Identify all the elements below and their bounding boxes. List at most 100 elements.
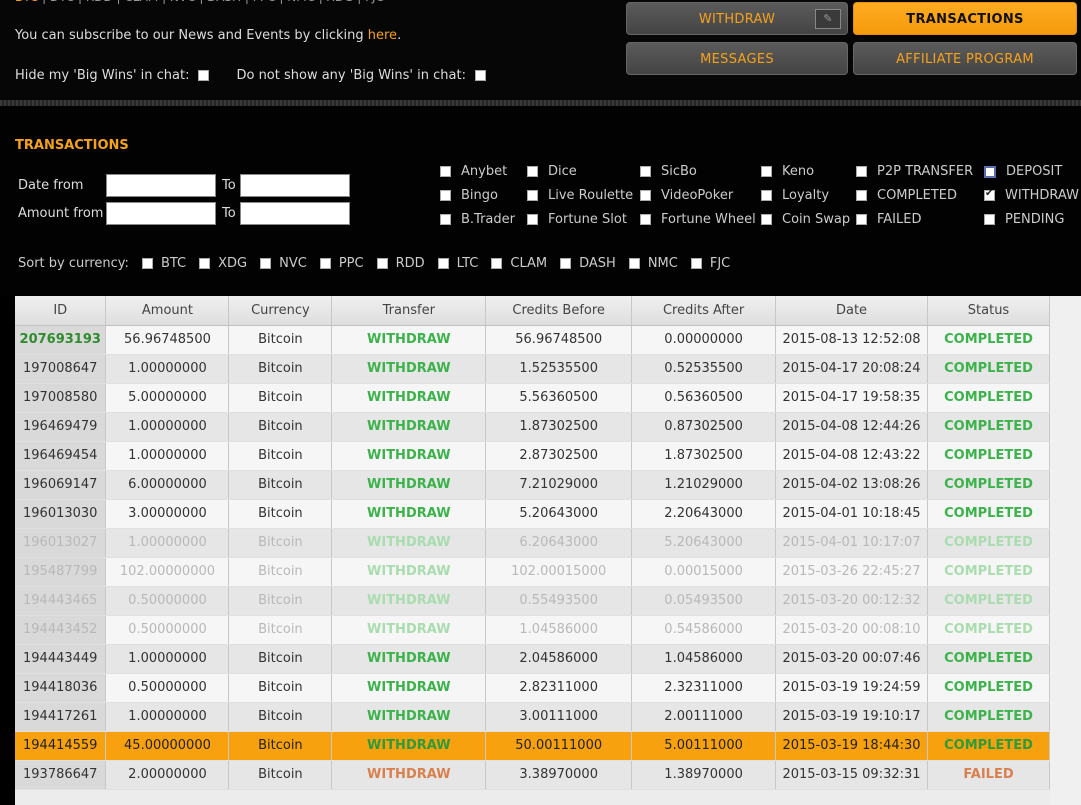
filter-checkbox[interactable] <box>440 166 451 177</box>
filter-checkbox[interactable] <box>761 214 772 225</box>
filter-pending[interactable]: PENDING <box>984 212 1064 227</box>
table-row[interactable]: 196013030 3.00000000 Bitcoin WITHDRAW 5.2064… <box>15 499 1050 529</box>
filter-fortune-wheel[interactable]: Fortune Wheel <box>640 212 756 227</box>
col-transfer[interactable]: Transfer <box>331 296 487 326</box>
table-row[interactable]: 194417261 1.00000000 Bitcoin WITHDRAW 3.0011… <box>15 702 1050 732</box>
table-row[interactable]: 194418036 0.50000000 Bitcoin WITHDRAW 2.8231… <box>15 673 1050 703</box>
sort-checkbox[interactable] <box>690 258 702 269</box>
filter-checkbox[interactable] <box>761 166 772 177</box>
filter-checkbox[interactable] <box>856 166 867 177</box>
filter-fortune-slot[interactable]: Fortune Slot <box>527 212 627 227</box>
sort-ltc[interactable]: LTC <box>437 256 478 271</box>
currency-link-xdg[interactable]: XDG <box>327 0 354 4</box>
filter-deposit[interactable]: DEPOSIT <box>984 164 1062 179</box>
sort-checkbox[interactable] <box>628 258 640 269</box>
col-status[interactable]: Status <box>927 296 1050 326</box>
filter-checkbox[interactable] <box>527 190 538 201</box>
filter-failed[interactable]: FAILED <box>856 212 921 227</box>
filter-checkbox[interactable] <box>856 214 867 225</box>
filter-dice[interactable]: Dice <box>527 164 577 179</box>
sort-checkbox[interactable] <box>376 258 388 269</box>
currency-link-rdd[interactable]: RDD <box>86 0 113 4</box>
withdraw-button[interactable]: WITHDRAW ✎ <box>626 2 848 35</box>
sort-ppc[interactable]: PPC <box>319 256 364 271</box>
col-amount[interactable]: Amount <box>105 296 230 326</box>
currency-link-dash[interactable]: DASH <box>207 0 241 4</box>
currency-link-ppc[interactable]: PPC <box>253 0 276 4</box>
table-row[interactable]: 194443452 0.50000000 Bitcoin WITHDRAW 1.0458… <box>15 615 1050 645</box>
currency-link-nvc[interactable]: NVC <box>170 0 196 4</box>
col-id[interactable]: ID <box>15 296 107 326</box>
table-row[interactable]: 194443465 0.50000000 Bitcoin WITHDRAW 0.5549… <box>15 586 1050 616</box>
filter-loyalty[interactable]: Loyalty <box>761 188 829 203</box>
filter-checkbox[interactable] <box>761 190 772 201</box>
transactions-button[interactable]: TRANSACTIONS <box>853 2 1077 35</box>
table-row[interactable]: 196469454 1.00000000 Bitcoin WITHDRAW 2.8730… <box>15 441 1050 471</box>
hide-big-wins-checkbox[interactable] <box>198 70 210 81</box>
sort-clam[interactable]: CLAM <box>491 256 547 271</box>
currency-link-fjc[interactable]: FJC <box>365 0 384 4</box>
filter-live-roulette[interactable]: Live Roulette <box>527 188 633 203</box>
filter-checkbox[interactable] <box>527 214 538 225</box>
col-credits-before[interactable]: Credits Before <box>485 296 633 326</box>
filter-completed[interactable]: COMPLETED <box>856 188 957 203</box>
sort-fjc[interactable]: FJC <box>690 256 730 271</box>
filter-checkbox[interactable] <box>984 188 995 201</box>
sort-checkbox[interactable] <box>260 258 272 269</box>
filter-checkbox[interactable] <box>440 190 451 201</box>
amount-from-input[interactable] <box>106 202 216 225</box>
affiliate-button[interactable]: AFFILIATE PROGRAM <box>853 42 1077 75</box>
sort-btc[interactable]: BTC <box>141 256 186 271</box>
sort-checkbox[interactable] <box>491 258 503 269</box>
filter-coin-swap[interactable]: Coin Swap <box>761 212 850 227</box>
table-row[interactable]: 197008580 5.00000000 Bitcoin WITHDRAW 5.5636… <box>15 383 1050 413</box>
sort-checkbox[interactable] <box>199 258 211 269</box>
filter-b-trader[interactable]: B.Trader <box>440 212 515 227</box>
filter-checkbox[interactable] <box>527 166 538 177</box>
currency-link-nmc[interactable]: NMC <box>287 0 315 4</box>
filter-checkbox[interactable] <box>640 190 651 201</box>
table-row[interactable]: 196469479 1.00000000 Bitcoin WITHDRAW 1.8730… <box>15 412 1050 442</box>
sort-checkbox[interactable] <box>560 258 572 269</box>
filter-anybet[interactable]: Anybet <box>440 164 507 179</box>
col-credits-after[interactable]: Credits After <box>631 296 777 326</box>
filter-p2p-transfer[interactable]: P2P TRANSFER <box>856 164 973 179</box>
table-row[interactable]: 196069147 6.00000000 Bitcoin WITHDRAW 7.2102… <box>15 470 1050 500</box>
sort-checkbox[interactable] <box>141 258 153 269</box>
filter-checkbox[interactable] <box>640 214 651 225</box>
currency-link-dtc[interactable]: DTC <box>50 0 74 4</box>
sort-nmc[interactable]: NMC <box>628 256 678 271</box>
filter-sicbo[interactable]: SicBo <box>640 164 697 179</box>
sort-checkbox[interactable] <box>437 258 449 269</box>
table-row[interactable]: 194443449 1.00000000 Bitcoin WITHDRAW 2.0458… <box>15 644 1050 674</box>
table-row[interactable]: 193786647 2.00000000 Bitcoin WITHDRAW 3.3897… <box>15 760 1050 790</box>
col-date[interactable]: Date <box>775 296 928 326</box>
currency-link-btc[interactable]: BTC <box>15 0 38 4</box>
table-row[interactable]: 195487799 102.00000000 Bitcoin WITHDRAW 102.… <box>15 557 1050 587</box>
filter-bingo[interactable]: Bingo <box>440 188 498 203</box>
filter-checkbox[interactable] <box>640 166 651 177</box>
subscribe-link[interactable]: here <box>368 28 397 43</box>
table-row[interactable]: 197008647 1.00000000 Bitcoin WITHDRAW 1.5253… <box>15 354 1050 384</box>
messages-button[interactable]: MESSAGES <box>626 42 848 75</box>
filter-checkbox[interactable] <box>440 214 451 225</box>
filter-videopoker[interactable]: VideoPoker <box>640 188 733 203</box>
currency-link-clam[interactable]: CLAM <box>124 0 158 4</box>
no-big-wins-checkbox[interactable] <box>474 70 486 81</box>
sort-dash[interactable]: DASH <box>560 256 616 271</box>
sort-nvc[interactable]: NVC <box>260 256 307 271</box>
filter-checkbox[interactable] <box>856 190 867 201</box>
col-currency[interactable]: Currency <box>228 296 333 326</box>
date-from-input[interactable] <box>106 174 216 197</box>
sort-xdg[interactable]: XDG <box>199 256 247 271</box>
table-row[interactable]: 196013027 1.00000000 Bitcoin WITHDRAW 6.2064… <box>15 528 1050 558</box>
table-row[interactable]: 207693193 56.96748500 Bitcoin WITHDRAW 56.96… <box>15 325 1050 355</box>
sort-checkbox[interactable] <box>319 258 331 269</box>
filter-checkbox[interactable] <box>984 165 996 178</box>
amount-to-input[interactable] <box>240 202 350 225</box>
table-row[interactable]: 194414559 45.00000000 Bitcoin WITHDRAW 50.00… <box>15 731 1050 761</box>
filter-checkbox[interactable] <box>984 214 995 225</box>
date-to-input[interactable] <box>240 174 350 197</box>
filter-withdraw[interactable]: WITHDRAW <box>984 188 1079 203</box>
filter-keno[interactable]: Keno <box>761 164 814 179</box>
